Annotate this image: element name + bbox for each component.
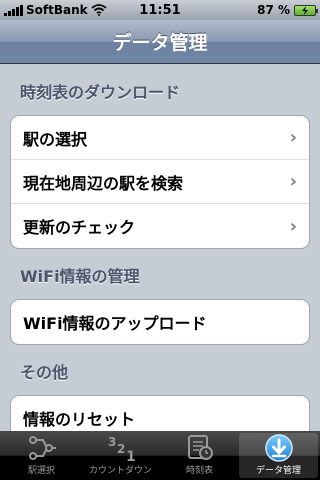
- tab-label: カウントダウン: [88, 466, 152, 476]
- row-label: 現在地周辺の駅を検索: [23, 173, 184, 193]
- carrier-label: SoftBank: [26, 3, 88, 17]
- tab-data-management[interactable]: データ管理: [239, 433, 318, 478]
- tab-station-select[interactable]: 駅選択: [2, 433, 81, 478]
- svg-text:3: 3: [108, 435, 116, 449]
- download-icon: [263, 433, 295, 463]
- row-reset-info[interactable]: 情報のリセット: [11, 396, 309, 431]
- tab-label: 時刻表: [185, 466, 213, 476]
- timetable-icon: [184, 433, 216, 463]
- svg-text:1: 1: [126, 449, 136, 463]
- row-label: 駅の選択: [23, 129, 88, 149]
- group-download: 駅の選択 › 現在地周辺の駅を検索 › 更新のチェック ›: [10, 115, 310, 249]
- row-label: 更新のチェック: [23, 218, 136, 237]
- svg-text:2: 2: [117, 442, 125, 456]
- row-search-nearby[interactable]: 現在地周辺の駅を検索 ›: [11, 160, 309, 204]
- page-title: データ管理: [112, 32, 208, 54]
- status-time: 11:51: [139, 2, 181, 18]
- tab-label: 駅選択: [27, 466, 55, 476]
- section-header-wifi: WiFi情報の管理: [20, 267, 140, 286]
- tab-label: データ管理: [255, 466, 301, 476]
- row-check-updates[interactable]: 更新のチェック ›: [11, 204, 309, 248]
- chevron-right-icon: ›: [289, 215, 297, 237]
- charging-bolt-icon: [302, 5, 308, 15]
- row-label: 情報のリセット: [23, 410, 136, 429]
- row-wifi-upload[interactable]: WiFi情報のアップロード: [11, 300, 309, 344]
- battery-percent: 87 %: [257, 3, 290, 17]
- status-right: 87 %: [196, 3, 318, 17]
- station-select-icon: [26, 433, 58, 463]
- tab-countdown[interactable]: 3 2 1 カウントダウン: [81, 433, 160, 478]
- chevron-right-icon: ›: [289, 127, 297, 148]
- chevron-right-icon: ›: [289, 171, 297, 192]
- countdown-icon: 3 2 1: [105, 433, 137, 463]
- navigation-bar: データ管理: [0, 20, 320, 64]
- status-bar: SoftBank 11:51 87 %: [0, 0, 320, 20]
- row-select-station[interactable]: 駅の選択 ›: [11, 116, 309, 160]
- group-other: 情報のリセット: [10, 395, 310, 431]
- section-header-download: 時刻表のダウンロード: [20, 83, 181, 102]
- battery-icon: [294, 4, 318, 16]
- row-label: WiFi情報のアップロード: [23, 314, 207, 333]
- status-left: SoftBank: [4, 3, 124, 17]
- section-header-other: その他: [20, 363, 69, 382]
- wifi-icon: [91, 4, 107, 16]
- tab-bar: 駅選択 3 2 1 カウントダウン 時刻表 データ管理: [0, 431, 320, 480]
- signal-icon: [4, 4, 23, 16]
- group-wifi: WiFi情報のアップロード: [10, 299, 310, 345]
- tab-timetable[interactable]: 時刻表: [160, 433, 239, 478]
- settings-list[interactable]: 時刻表のダウンロード 駅の選択 › 現在地周辺の駅を検索 › 更新のチェック ›…: [0, 65, 320, 431]
